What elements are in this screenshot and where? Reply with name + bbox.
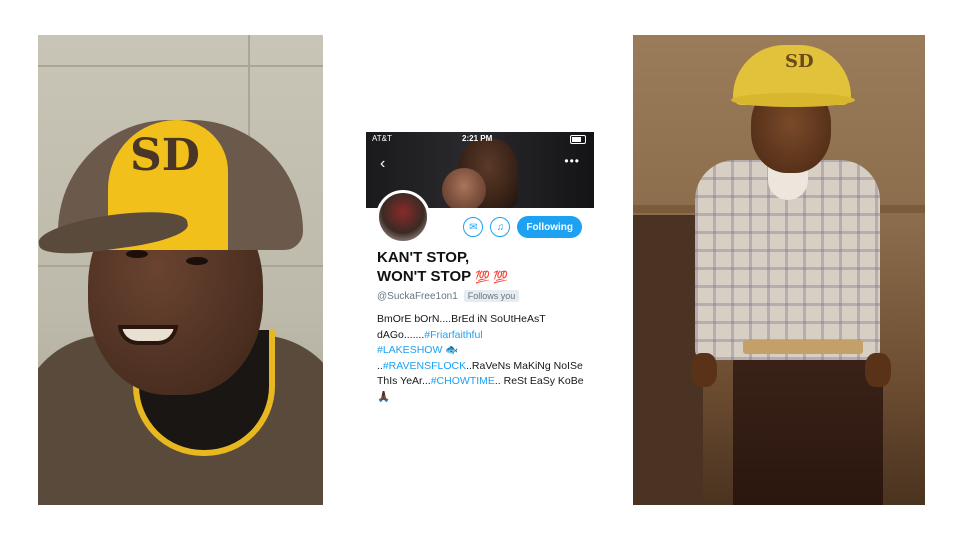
eye — [126, 250, 148, 258]
profile-name-line2: WON'T STOP — [377, 268, 471, 285]
follows-you-badge: Follows you — [463, 290, 520, 302]
message-button[interactable]: ✉ — [463, 217, 484, 237]
wall-seam — [38, 65, 323, 67]
hundred-emoji: 💯 💯 — [475, 270, 509, 284]
hand — [691, 353, 717, 387]
cap-logo: SD — [130, 130, 200, 181]
bell-plus-icon: ♫ — [496, 221, 505, 233]
hashtag-link[interactable]: #RAVENSFLOCK — [383, 360, 466, 372]
envelope-icon: ✉ — [469, 221, 478, 233]
handle-row: @SuckaFree1on1 Follows you — [377, 290, 520, 302]
profile-name: KAN'T STOP, WON'T STOP 💯 💯 — [377, 248, 587, 287]
hashtag-link[interactable]: #LAKESHOW — [377, 344, 442, 356]
notifications-button[interactable]: ♫ — [490, 217, 511, 237]
hashtag-link[interactable]: #Friarfaithful — [424, 329, 482, 341]
cap-brim — [731, 93, 855, 107]
profile-actions: ✉ ♫ Following — [463, 216, 582, 238]
belt — [743, 340, 863, 354]
chevron-left-icon[interactable]: ‹ — [380, 156, 385, 172]
pants — [733, 353, 883, 505]
right-photo: SD — [633, 35, 925, 505]
banner-person — [442, 168, 486, 208]
following-button[interactable]: Following — [517, 216, 582, 238]
clock: 2:21 PM — [462, 134, 493, 143]
hashtag-link[interactable]: #CHOWTIME — [431, 375, 495, 387]
status-bar: AT&T 2:21 PM — [366, 132, 594, 146]
profile-name-line1: KAN'T STOP, — [377, 249, 470, 266]
avatar[interactable] — [376, 190, 430, 244]
left-photo: SD — [38, 35, 323, 505]
hand — [865, 353, 891, 387]
profile-bio: BmOrE bOrN....BrEd iN SoUtHeAsT dAGo....… — [377, 312, 585, 405]
battery-icon — [570, 135, 586, 144]
twitter-profile: AT&T 2:21 PM ‹ ••• ✉ ♫ Following KAN'T S… — [366, 132, 594, 403]
profile-handle: @SuckaFree1on1 — [377, 290, 458, 302]
cap-logo: SD — [785, 51, 814, 72]
more-dots-icon[interactable]: ••• — [564, 154, 580, 168]
carrier-label: AT&T — [372, 134, 392, 143]
eye — [186, 257, 208, 265]
